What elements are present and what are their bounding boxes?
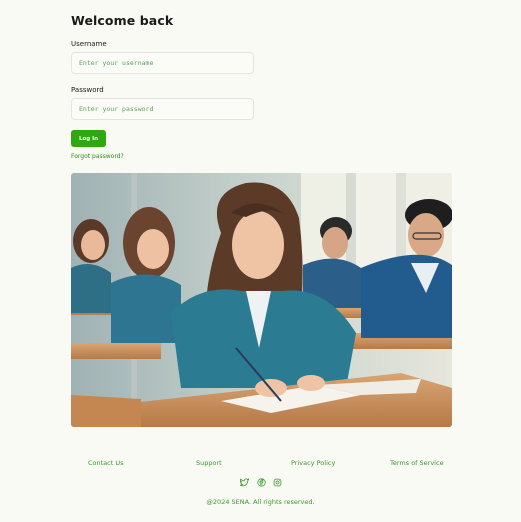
username-input[interactable]	[71, 52, 254, 74]
login-button[interactable]: Log In	[71, 130, 106, 147]
footer-privacy-link[interactable]: Privacy Policy	[291, 459, 335, 467]
footer-terms-link[interactable]: Terms of Service	[390, 459, 444, 467]
footer-support-link[interactable]: Support	[196, 459, 222, 467]
classroom-illustration	[71, 173, 452, 427]
password-label: Password	[71, 86, 104, 94]
facebook-icon[interactable]	[257, 478, 266, 487]
page-title: Welcome back	[71, 13, 174, 28]
instagram-icon[interactable]	[273, 478, 282, 487]
username-label: Username	[71, 40, 107, 48]
password-input[interactable]	[71, 98, 254, 120]
twitter-icon[interactable]	[240, 478, 249, 487]
copyright-text: @2024 SENA. All rights reserved.	[206, 498, 315, 506]
forgot-password-link[interactable]: Forgot password?	[71, 153, 124, 160]
classroom-hero-image	[71, 173, 452, 427]
footer-contact-link[interactable]: Contact Us	[88, 459, 124, 467]
